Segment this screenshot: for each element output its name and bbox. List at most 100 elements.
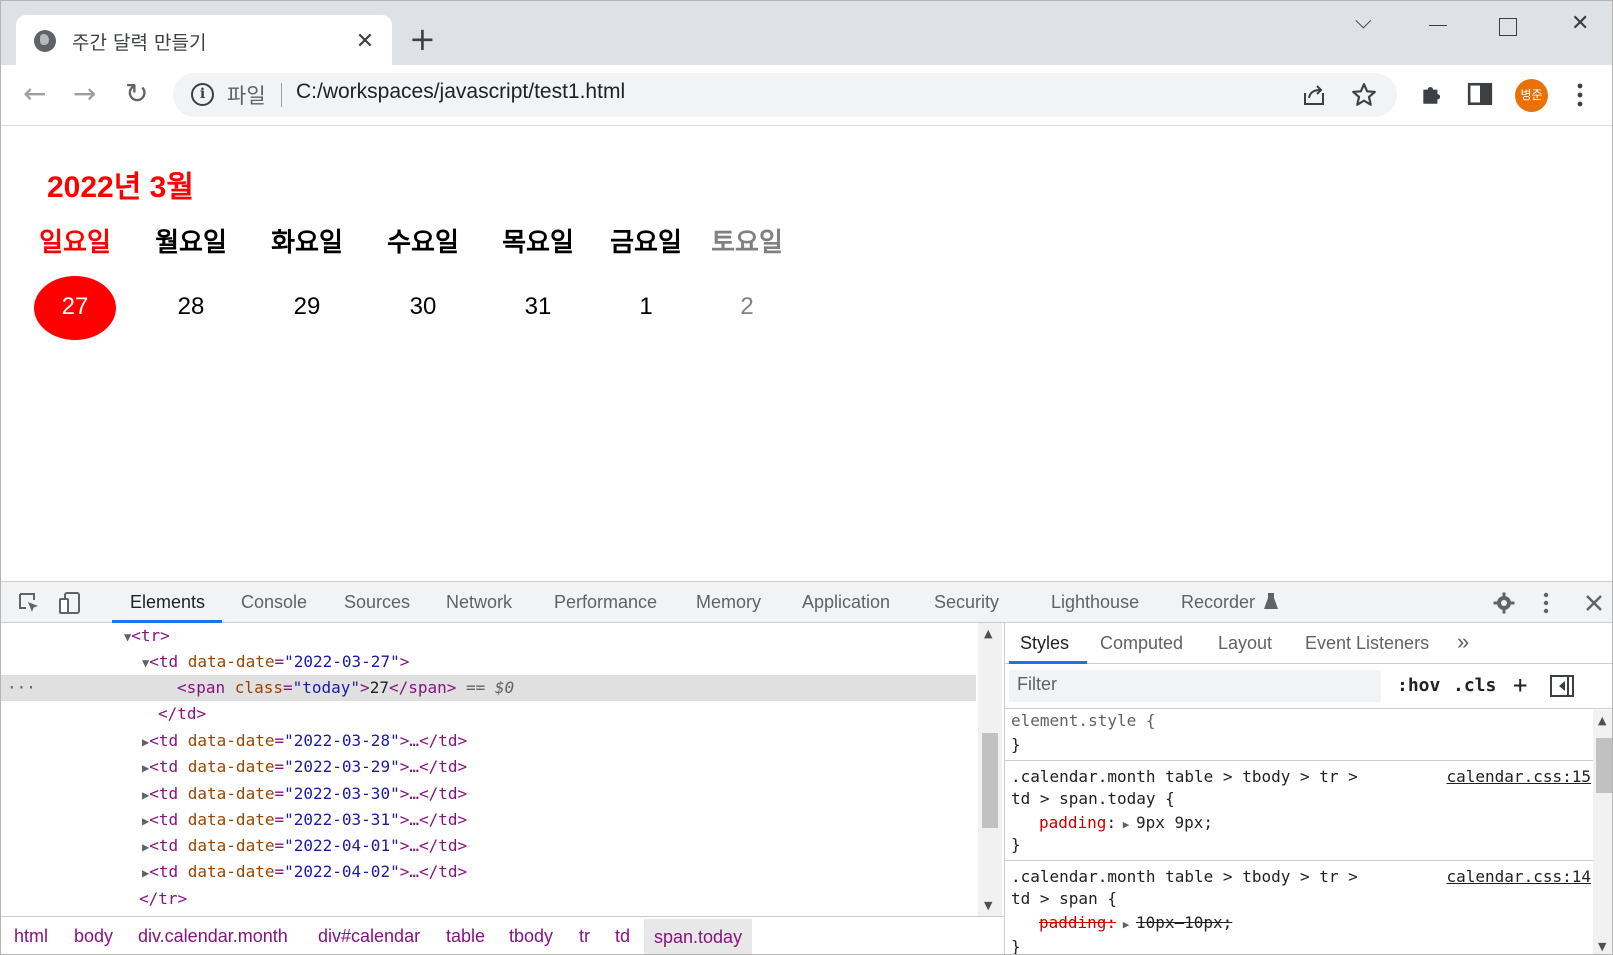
rule1-declaration[interactable]: padding: ▶ 9px 9px;: [1039, 812, 1213, 836]
device-toolbar-icon[interactable]: [58, 591, 82, 615]
tab-computed[interactable]: Computed: [1100, 633, 1183, 654]
bookmark-star-icon[interactable]: [1351, 82, 1377, 108]
dom-node-td[interactable]: ▶<td data-date="2022-03-30">…</td>: [1, 781, 976, 807]
rule-divider: [1005, 860, 1593, 861]
minimize-icon[interactable]: [1429, 25, 1447, 26]
breadcrumb-item[interactable]: div#calendar: [318, 926, 420, 947]
dom-node-td[interactable]: ▼<td data-date="2022-03-27">: [1, 649, 976, 675]
rule1-selector-cont[interactable]: td > span.today {: [1011, 788, 1175, 810]
rule1-source-link[interactable]: calendar.css:15: [1447, 766, 1592, 788]
more-tabs-chevron-icon[interactable]: »: [1457, 629, 1469, 655]
cls-toggle[interactable]: .cls: [1453, 675, 1496, 696]
expand-triangle-icon[interactable]: ▶: [1116, 818, 1136, 831]
tab-performance[interactable]: Performance: [554, 592, 657, 613]
tab-search-chevron-down-icon[interactable]: ⌵: [1355, 9, 1372, 34]
reload-icon[interactable]: ↻: [125, 80, 148, 108]
dom-node-td[interactable]: ▶<td data-date="2022-04-02">…</td>: [1, 859, 976, 885]
tab-styles[interactable]: Styles: [1020, 633, 1069, 654]
browser-window: 주간 달력 만들기 ✕ + ⌵ ✕ ← → ↻ i 파일 C:/workspac…: [0, 0, 1613, 955]
breadcrumb-item[interactable]: tbody: [509, 926, 553, 947]
tab-memory[interactable]: Memory: [696, 592, 761, 613]
side-panel-icon[interactable]: [1467, 81, 1493, 107]
tab-sources[interactable]: Sources: [344, 592, 410, 613]
browser-tab[interactable]: 주간 달력 만들기 ✕: [16, 15, 392, 67]
tab-lighthouse[interactable]: Lighthouse: [1051, 592, 1139, 613]
scroll-up-icon[interactable]: ▲: [1598, 714, 1606, 727]
forward-arrow-icon[interactable]: →: [73, 80, 96, 108]
dayname-wednesday: 수요일: [387, 227, 459, 257]
rule2-declaration-overridden[interactable]: padding: ▶ 10px—10px;: [1039, 912, 1232, 936]
elements-scroll-thumb[interactable]: [982, 733, 998, 828]
date-cell[interactable]: 29: [262, 289, 352, 325]
breadcrumb-item[interactable]: body: [74, 926, 113, 947]
date-cell[interactable]: 30: [378, 289, 468, 325]
breadcrumb-item[interactable]: div.calendar.month: [138, 926, 288, 947]
dom-node-tr-close[interactable]: </tr>: [1, 886, 976, 912]
tab-application[interactable]: Application: [802, 592, 890, 613]
node-actions-ellipsis-icon[interactable]: ···: [7, 675, 36, 701]
info-icon[interactable]: i: [191, 83, 214, 106]
hov-toggle[interactable]: :hov: [1397, 675, 1440, 696]
elements-tree[interactable]: ▼<tr> ▼<td data-date="2022-03-27"> ··· <s…: [1, 623, 976, 916]
devtools-close-icon[interactable]: [1585, 594, 1603, 612]
profile-avatar[interactable]: 병준: [1515, 79, 1548, 112]
rule1-selector[interactable]: .calendar.month table > tbody > tr >: [1011, 766, 1358, 788]
extensions-puzzle-icon[interactable]: [1419, 81, 1445, 107]
close-window-icon[interactable]: ✕: [1571, 11, 1589, 36]
rule1-close: }: [1011, 835, 1021, 854]
dom-node-td[interactable]: ▶<td data-date="2022-03-28">…</td>: [1, 728, 976, 754]
tab-recorder[interactable]: Recorder: [1181, 592, 1255, 613]
breadcrumb-item-selected[interactable]: span.today: [644, 919, 753, 954]
address-bar[interactable]: i 파일 C:/workspaces/javascript/test1.html: [173, 73, 1397, 117]
new-tab-button[interactable]: +: [409, 23, 436, 55]
back-arrow-icon[interactable]: ←: [23, 80, 46, 108]
url-text[interactable]: C:/workspaces/javascript/test1.html: [296, 80, 625, 104]
tab-layout[interactable]: Layout: [1218, 633, 1272, 654]
date-cell-today[interactable]: 27: [30, 289, 120, 325]
styles-filter-input[interactable]: Filter: [1009, 670, 1381, 702]
breadcrumb-item[interactable]: table: [446, 926, 485, 947]
devtools-more-icon[interactable]: [1543, 592, 1549, 614]
css-rules-list[interactable]: element.style { } .calendar.month table …: [1005, 710, 1593, 955]
tab-network[interactable]: Network: [446, 592, 512, 613]
breadcrumb-item[interactable]: td: [615, 926, 630, 947]
breadcrumb-item[interactable]: tr: [579, 926, 590, 947]
share-icon[interactable]: [1301, 83, 1327, 107]
tab-security[interactable]: Security: [934, 592, 999, 613]
rule2-source-link[interactable]: calendar.css:14: [1447, 866, 1592, 888]
dom-node-span-selected[interactable]: ··· <span class="today">27</span> == $0: [1, 675, 976, 701]
date-cell[interactable]: 1: [601, 289, 691, 325]
dom-node-td[interactable]: ▶<td data-date="2022-03-29">…</td>: [1, 754, 976, 780]
dom-node-td-close[interactable]: </td>: [1, 701, 976, 727]
inspect-element-icon[interactable]: [17, 591, 41, 615]
rule2-close: }: [1011, 937, 1021, 955]
scroll-down-icon[interactable]: ▼: [1598, 940, 1606, 953]
styles-active-indicator: [1009, 661, 1087, 664]
tab-event-listeners[interactable]: Event Listeners: [1305, 633, 1429, 654]
scroll-up-icon[interactable]: ▲: [984, 627, 992, 640]
rule2-selector[interactable]: .calendar.month table > tbody > tr >: [1011, 866, 1358, 888]
expand-triangle-icon[interactable]: ▶: [1116, 918, 1136, 931]
more-vert-icon[interactable]: [1576, 82, 1584, 108]
elements-scrollbar[interactable]: ▲ ▼: [978, 623, 1002, 916]
rule2-selector-cont[interactable]: td > span {: [1011, 888, 1117, 910]
toggle-sidebar-icon[interactable]: [1550, 675, 1574, 697]
tab-close-icon[interactable]: ✕: [352, 29, 378, 54]
element-style-selector[interactable]: element.style {: [1011, 710, 1156, 732]
styles-scrollbar[interactable]: ▲ ▼: [1593, 710, 1612, 954]
dom-node-td[interactable]: ▶<td data-date="2022-04-01">…</td>: [1, 833, 976, 859]
title-bar: 주간 달력 만들기 ✕ + ⌵ ✕: [1, 1, 1612, 67]
date-cell[interactable]: 28: [146, 289, 236, 325]
dom-node-tr[interactable]: ▼<tr>: [1, 623, 976, 649]
date-cell[interactable]: 31: [493, 289, 583, 325]
date-cell-saturday[interactable]: 2: [702, 289, 792, 325]
maximize-icon[interactable]: [1499, 18, 1517, 36]
scroll-down-icon[interactable]: ▼: [984, 899, 992, 912]
dom-node-td[interactable]: ▶<td data-date="2022-03-31">…</td>: [1, 807, 976, 833]
tab-elements[interactable]: Elements: [130, 592, 205, 613]
styles-scroll-thumb[interactable]: [1596, 738, 1612, 793]
breadcrumb-item[interactable]: html: [14, 926, 48, 947]
settings-gear-icon[interactable]: [1492, 591, 1516, 615]
new-style-rule-button[interactable]: +: [1513, 671, 1527, 699]
tab-console[interactable]: Console: [241, 592, 307, 613]
